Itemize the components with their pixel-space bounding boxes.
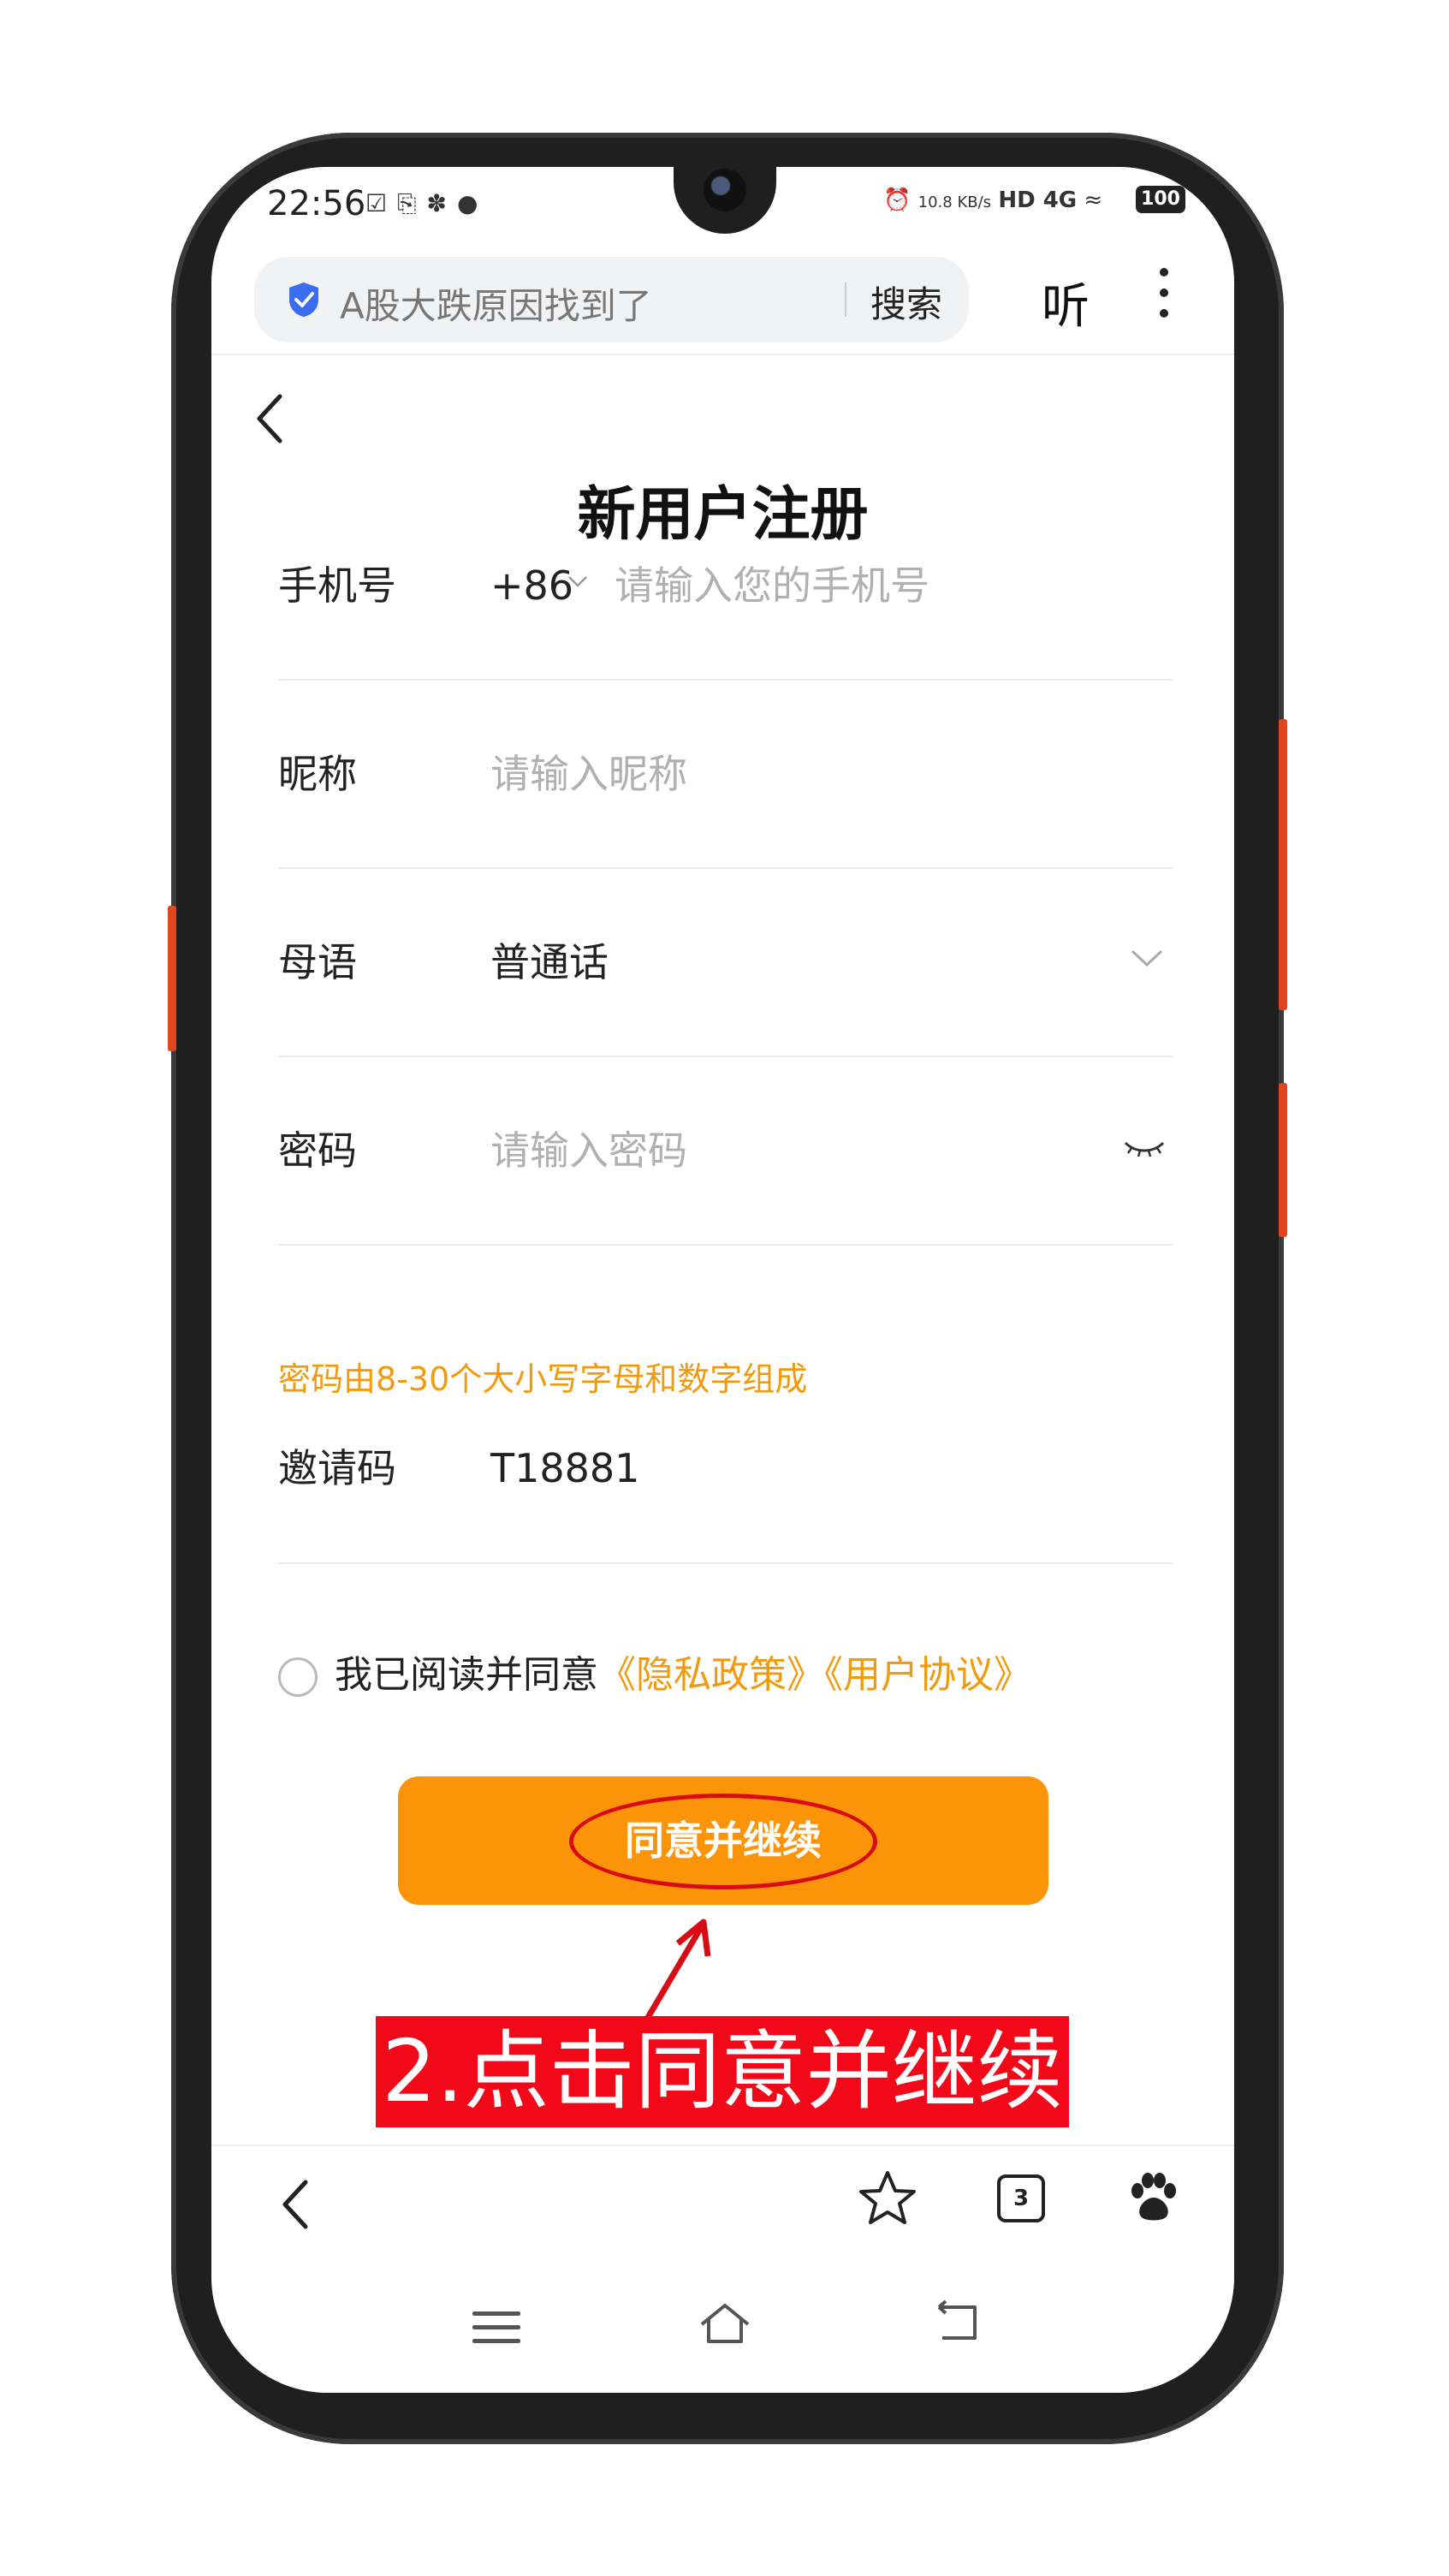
language-label: 母语 [278, 939, 357, 985]
chevron-down-icon[interactable] [567, 571, 588, 592]
language-select[interactable]: 普通话 [490, 869, 609, 1056]
listen-button[interactable]: 听 [1042, 268, 1090, 337]
search-button[interactable]: 搜索 [870, 276, 942, 328]
nickname-input[interactable]: 请输入昵称 [490, 681, 687, 867]
privacy-policy-link[interactable]: 《隐私政策》 [598, 1653, 824, 1697]
wifi-icon: ≈ [1084, 187, 1103, 213]
bookmark-star-icon[interactable] [858, 2168, 918, 2228]
phone-side-button-right-upper [1279, 719, 1287, 1010]
system-menu-icon[interactable] [472, 2311, 520, 2353]
status-notification-icons: ☑⎘✽● [365, 189, 489, 217]
nickname-label: 昵称 [278, 751, 357, 797]
status-time: 22:56 [267, 184, 366, 223]
shield-icon [289, 283, 318, 317]
phone-side-button-right-lower [1279, 1083, 1287, 1237]
annotation-ring [569, 1794, 877, 1889]
agreement-radio[interactable] [278, 1657, 318, 1697]
alarm-icon: ⏰ [883, 187, 912, 213]
phone-side-button-left [168, 906, 176, 1051]
invite-label: 邀请码 [278, 1445, 396, 1491]
camera-notch [674, 167, 776, 234]
phone-row: 手机号 +86 请输入您的手机号 [278, 492, 1173, 681]
network-type: HD 4G [998, 187, 1078, 213]
annotation-banner: 2.点击同意并继续 [376, 2016, 1069, 2127]
back-arrow-icon[interactable] [252, 391, 287, 446]
net-speed: 10.8 KB/s [918, 193, 992, 211]
nickname-row: 昵称 请输入昵称 [278, 681, 1173, 869]
search-divider [845, 283, 846, 317]
front-camera-icon [704, 169, 746, 211]
password-row: 密码 请输入密码 [278, 1057, 1173, 1246]
browser-search-bar[interactable]: A股大跌原因找到了 搜索 [254, 257, 969, 342]
agreement-line: 我已阅读并同意《隐私政策》《用户协议》 [278, 1644, 1031, 1698]
phone-input[interactable]: 请输入您的手机号 [615, 492, 929, 679]
search-query-text[interactable]: A股大跌原因找到了 [340, 277, 652, 330]
language-row[interactable]: 母语 普通话 [278, 869, 1173, 1057]
phone-label: 手机号 [278, 562, 396, 609]
phone-screen: 22:56 ☑⎘✽● ⏰ 10.8 KB/s HD 4G ≈ 100 A股大跌原… [211, 167, 1234, 2393]
browser-back-icon[interactable] [278, 2177, 312, 2232]
battery-icon: 100 [1136, 186, 1185, 213]
agreement-text: 我已阅读并同意 [335, 1653, 598, 1697]
password-label: 密码 [278, 1127, 357, 1174]
system-back-icon[interactable] [930, 2299, 982, 2347]
more-menu-icon[interactable] [1160, 268, 1168, 330]
chevron-down-icon[interactable] [1130, 948, 1164, 968]
invite-row: 邀请码 T18881 [278, 1400, 1173, 1564]
password-input[interactable]: 请输入密码 [490, 1057, 687, 1244]
invite-input[interactable]: T18881 [490, 1400, 639, 1537]
country-code-select[interactable]: +86 [490, 492, 573, 679]
tabs-count-button[interactable]: 3 [997, 2174, 1045, 2222]
baidu-paw-icon[interactable] [1125, 2170, 1180, 2225]
status-indicators: ⏰ 10.8 KB/s HD 4G ≈ [883, 187, 1102, 213]
bottom-bar-divider [211, 2145, 1234, 2146]
annotation-arrow-icon [640, 1919, 711, 2028]
user-agreement-link[interactable]: 《用户协议》 [824, 1653, 1031, 1697]
eye-closed-icon[interactable] [1123, 1136, 1166, 1162]
password-hint: 密码由8-30个大小写字母和数字组成 [278, 1360, 808, 1398]
system-home-icon[interactable] [695, 2299, 755, 2350]
toolbar-divider [211, 354, 1234, 355]
